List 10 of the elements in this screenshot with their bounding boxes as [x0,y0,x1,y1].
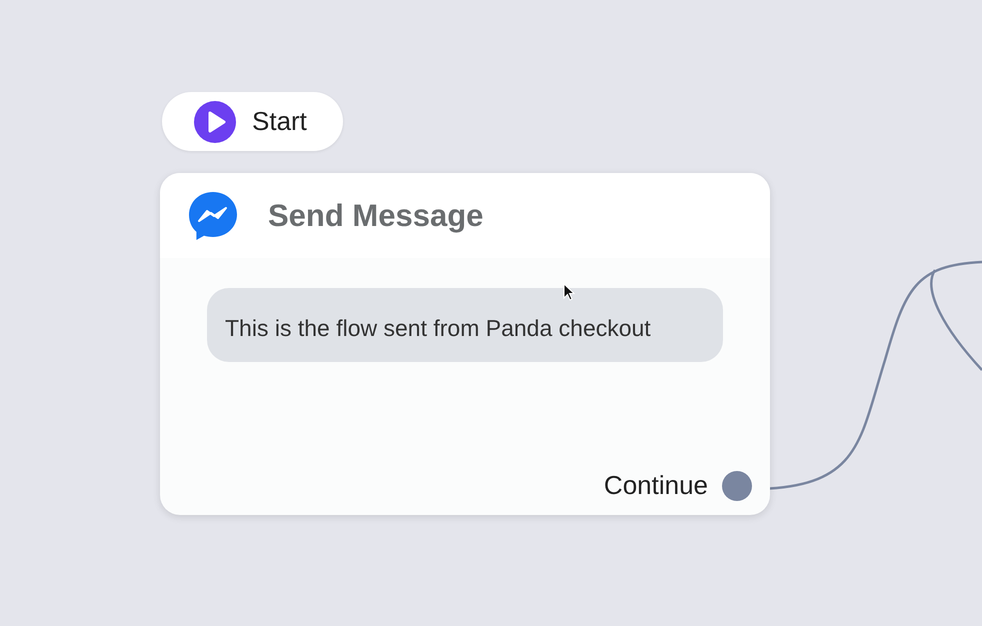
start-node[interactable]: Start [162,92,343,151]
output-port[interactable] [722,470,752,500]
node-title: Send Message [268,198,484,234]
pointer-icon [563,283,575,301]
output-label: Continue [604,470,708,501]
message-bubble[interactable]: This is the flow sent from Panda checkout [207,288,723,362]
start-label: Start [252,106,307,137]
messenger-icon [188,190,238,240]
play-icon [194,100,236,142]
message-node[interactable]: Send Message This is the flow sent from Panda checkout Continue [160,173,770,515]
